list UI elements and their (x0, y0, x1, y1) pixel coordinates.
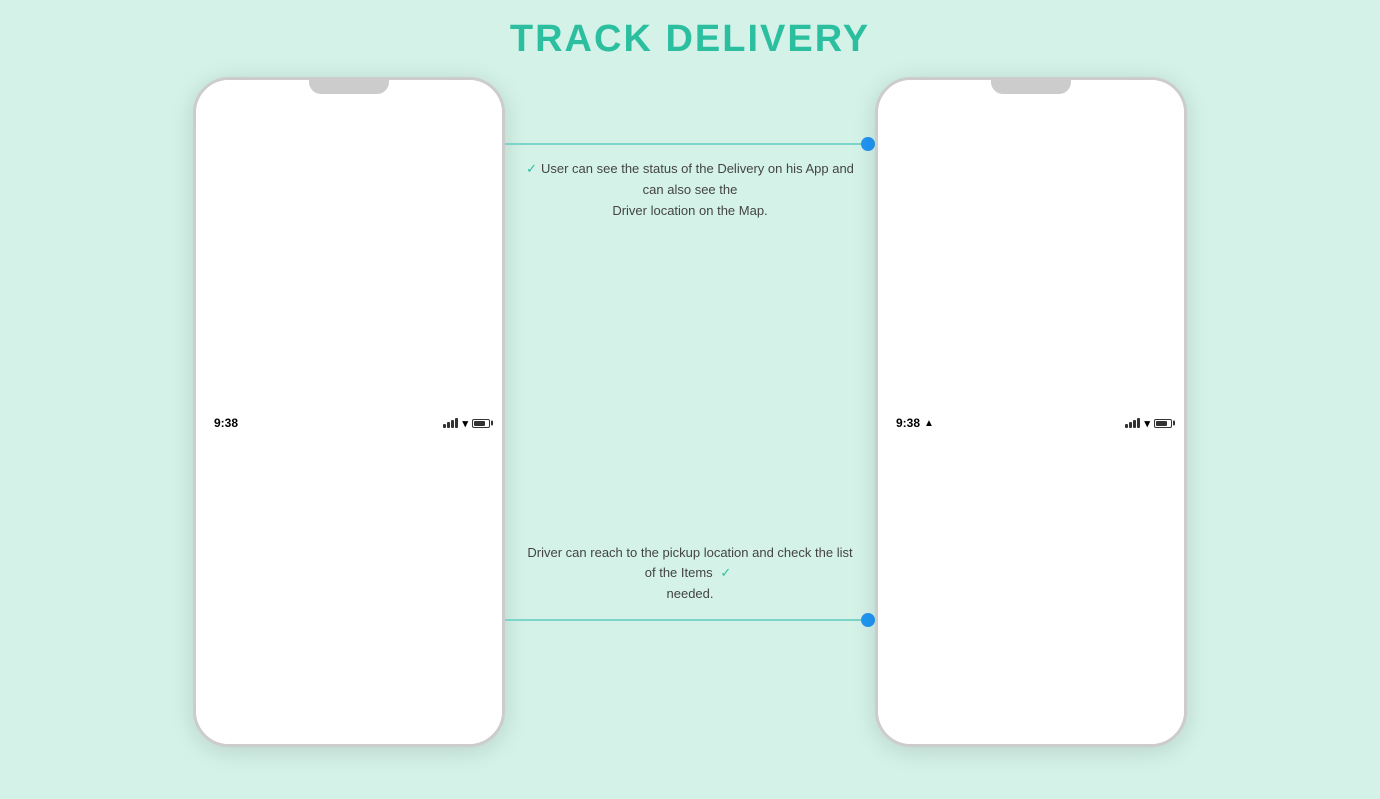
upper-annotation-text: ✓User can see the status of the Delivery… (505, 159, 875, 221)
upper-dot (861, 137, 875, 151)
phone-left: 9:38 ▾ ← #2118010605 ⋮ (193, 77, 505, 747)
location-arrow-icon: ▲ (924, 418, 934, 429)
lower-annotation-text: Driver can reach to the pickup location … (505, 543, 875, 605)
right-status-bar: 9:38 ▲ ▾ (878, 80, 1187, 747)
right-status-icons: ▾ (1125, 417, 1172, 430)
lower-annotation-row (505, 613, 875, 627)
right-status-left: 9:38 ▲ (896, 416, 934, 430)
upper-annotation-row (505, 137, 875, 151)
main-content: 9:38 ▾ ← #2118010605 ⋮ (0, 77, 1380, 747)
upper-line-left (505, 143, 861, 145)
signal-icon (443, 418, 458, 428)
notch-left (309, 80, 389, 94)
right-battery-icon (1154, 419, 1172, 428)
page-title: TRACK DELIVERY (0, 18, 1380, 61)
right-wifi-icon: ▾ (1144, 417, 1150, 430)
notch-right (991, 80, 1071, 94)
left-status-icons: ▾ (443, 417, 490, 430)
left-status-time: 9:38 (214, 416, 238, 430)
left-status-bar: 9:38 ▾ (196, 80, 505, 747)
lower-check-icon: ✓ (720, 565, 731, 580)
annotation-area: ✓User can see the status of the Delivery… (505, 77, 875, 747)
right-status-time: 9:38 (896, 416, 920, 430)
lower-line-left (505, 619, 861, 621)
wifi-icon: ▾ (462, 417, 468, 430)
battery-icon (472, 419, 490, 428)
upper-check-icon: ✓ (526, 161, 537, 176)
lower-dot (861, 613, 875, 627)
phone-right: 9:38 ▲ ▾ ← Delivery ⋮ Order Picked U (875, 77, 1187, 747)
right-signal-icon (1125, 418, 1140, 428)
